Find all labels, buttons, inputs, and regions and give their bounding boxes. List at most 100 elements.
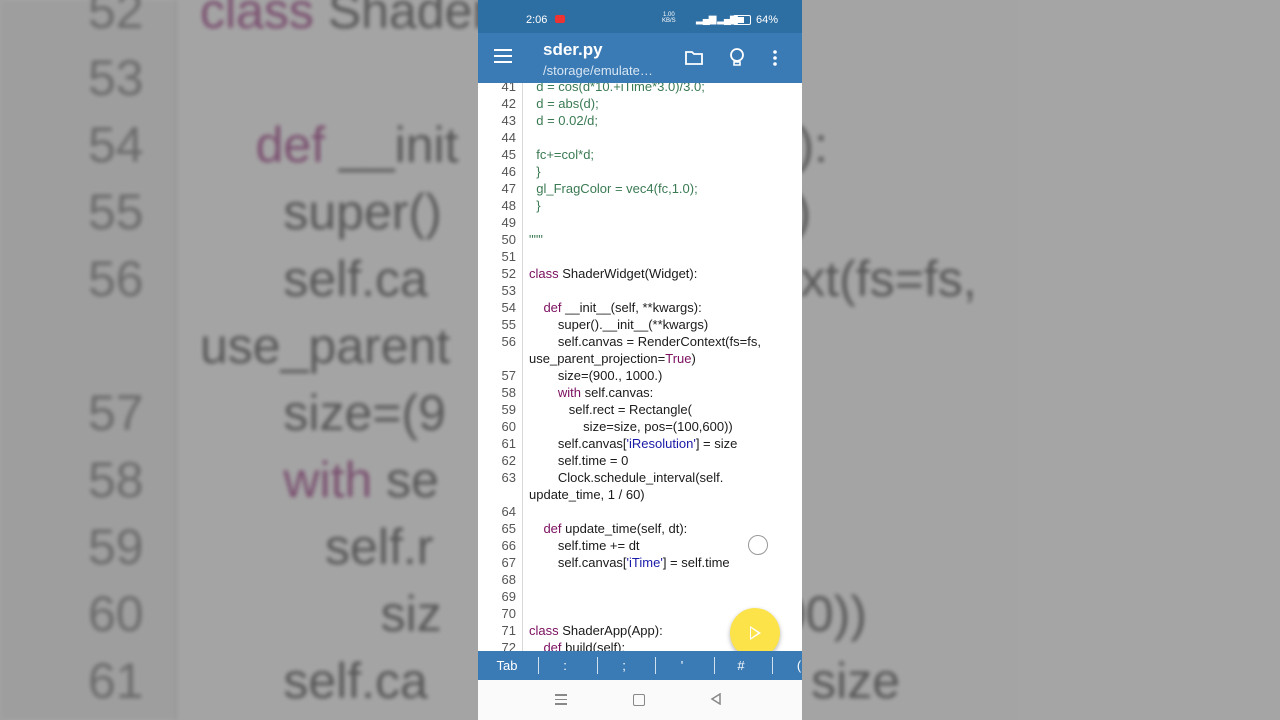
back-icon[interactable] (710, 693, 722, 705)
symbol-key[interactable]: ' (658, 658, 706, 673)
code-line[interactable]: 68 (478, 571, 802, 588)
code-text: update_time, 1 / 60) (529, 487, 645, 502)
line-number: 69 (501, 589, 516, 604)
more-vert-icon[interactable] (772, 49, 778, 67)
code-text: def update_time(self, dt): (543, 521, 688, 536)
symbol-key[interactable]: # (717, 658, 765, 673)
line-number: 54 (501, 300, 516, 315)
code-editor[interactable]: 41 d = cos(d*10.+iTime*3.0)/3.0; 42 d = a… (478, 83, 802, 651)
line-number: 68 (501, 572, 516, 587)
code-text: self.canvas['iResolution'] = size (529, 436, 738, 451)
menu-icon[interactable] (494, 49, 512, 63)
symbol-separator (714, 657, 715, 674)
symbol-bar: Tab:; ' # ( (478, 651, 802, 680)
status-bar: 2:06 1.00 KB/S ▂▄▆ ▂▄▆ 64% (478, 0, 802, 33)
code-text: d = cos(d*10.+iTime*3.0)/3.0; (529, 83, 705, 94)
code-line[interactable]: 66 self.time += dt (478, 537, 802, 554)
code-line[interactable]: 45 fc+=col*d; (478, 146, 802, 163)
code-line[interactable]: use_parent_projection=True) (478, 350, 802, 367)
code-text: d = abs(d); (529, 96, 599, 111)
folder-icon[interactable] (684, 49, 704, 67)
battery-icon (733, 15, 751, 25)
code-line[interactable]: 60 size=size, pos=(100,600)) (478, 418, 802, 435)
code-line[interactable]: 41 d = cos(d*10.+iTime*3.0)/3.0; (478, 83, 802, 95)
code-text: Clock.schedule_interval(self. (529, 470, 724, 485)
line-number: 63 (501, 470, 516, 485)
line-number: 45 (501, 147, 516, 162)
code-text: def build(self): (543, 640, 626, 651)
line-number: 55 (501, 317, 516, 332)
line-number: 44 (501, 130, 516, 145)
code-text: with self.canvas: (557, 385, 654, 400)
code-line[interactable]: 65 def update_time(self, dt): (478, 520, 802, 537)
code-line[interactable]: 44 (478, 129, 802, 146)
code-text: self.time += dt (529, 538, 640, 553)
net-speed-unit: KB/S (662, 18, 676, 24)
code-text: self.time = 0 (529, 453, 629, 468)
code-line[interactable]: 67 self.canvas['iTime'] = self.time (478, 554, 802, 571)
network-speed: 1.00 KB/S (662, 12, 676, 24)
code-line[interactable]: 43 d = 0.02/d; (478, 112, 802, 129)
code-text: """ (529, 232, 543, 247)
code-line[interactable]: 62 self.time = 0 (478, 452, 802, 469)
code-line[interactable]: 53 (478, 282, 802, 299)
code-line[interactable]: 63 Clock.schedule_interval(self. (478, 469, 802, 486)
line-number: 42 (501, 96, 516, 111)
code-text: gl_FragColor = vec4(fc,1.0); (529, 181, 698, 196)
line-number: 48 (501, 198, 516, 213)
line-number: 62 (501, 453, 516, 468)
line-number: 50 (501, 232, 516, 247)
line-number: 57 (501, 368, 516, 383)
file-path: /storage/emulate… (543, 63, 653, 78)
code-line[interactable]: 57 size=(900., 1000.) (478, 367, 802, 384)
code-text: class ShaderWidget(Widget): (529, 266, 698, 281)
line-number: 67 (501, 555, 516, 570)
code-line[interactable]: 51 (478, 248, 802, 265)
code-text: } (529, 164, 541, 179)
home-icon[interactable] (633, 694, 645, 706)
code-text: super().__init__(**kwargs) (529, 317, 709, 332)
code-line[interactable]: 58 with self.canvas: (478, 384, 802, 401)
code-text: d = 0.02/d; (529, 113, 599, 128)
lightbulb-icon[interactable] (729, 47, 745, 69)
code-text: size=size, pos=(100,600)) (529, 419, 733, 434)
code-line[interactable]: 59 self.rect = Rectangle( (478, 401, 802, 418)
line-number: 52 (501, 266, 516, 281)
code-text: } (529, 198, 541, 213)
code-line[interactable]: 50 """ (478, 231, 802, 248)
code-text: def __init__(self, **kwargs): (543, 300, 702, 315)
signal-icon: ▂▄▆ ▂▄▆ (696, 14, 738, 25)
symbol-separator (655, 657, 656, 674)
code-line[interactable]: 52 class ShaderWidget(Widget): (478, 265, 802, 282)
code-line[interactable]: 64 (478, 503, 802, 520)
symbol-key[interactable]: : (541, 658, 589, 673)
code-text: fc+=col*d; (529, 147, 595, 162)
symbol-separator (597, 657, 598, 674)
code-text: self.canvas['iTime'] = self.time (529, 555, 730, 570)
symbol-key[interactable]: Tab (483, 658, 531, 673)
code-line[interactable]: 46 } (478, 163, 802, 180)
code-text: size=(900., 1000.) (529, 368, 663, 383)
code-line[interactable]: 47 gl_FragColor = vec4(fc,1.0); (478, 180, 802, 197)
code-line[interactable]: 61 self.canvas['iResolution'] = size (478, 435, 802, 452)
symbol-key[interactable]: ; (600, 658, 648, 673)
code-text: self.canvas = RenderContext(fs=fs, (529, 334, 761, 349)
line-number: 49 (501, 215, 516, 230)
code-line[interactable]: 55 super().__init__(**kwargs) (478, 316, 802, 333)
code-line[interactable]: 69 (478, 588, 802, 605)
app-bar: sder.py /storage/emulate… (478, 33, 802, 83)
code-line[interactable]: 56 self.canvas = RenderContext(fs=fs, (478, 333, 802, 350)
line-number: 72 (501, 640, 516, 651)
code-line[interactable]: 54 def __init__(self, **kwargs): (478, 299, 802, 316)
symbol-key[interactable]: ( (775, 658, 802, 673)
line-number: 56 (501, 334, 516, 349)
line-number: 61 (501, 436, 516, 451)
line-number: 59 (501, 402, 516, 417)
code-line[interactable]: 42 d = abs(d); (478, 95, 802, 112)
code-line[interactable]: update_time, 1 / 60) (478, 486, 802, 503)
recents-icon[interactable] (555, 694, 567, 705)
code-text: self.rect = Rectangle( (529, 402, 692, 417)
battery-fill (735, 17, 744, 23)
code-line[interactable]: 49 (478, 214, 802, 231)
code-line[interactable]: 48 } (478, 197, 802, 214)
